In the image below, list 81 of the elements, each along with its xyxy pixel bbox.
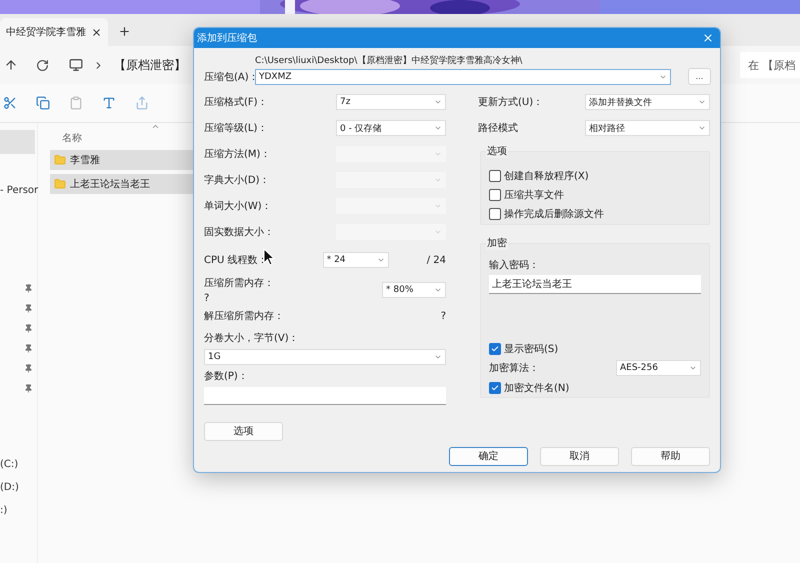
dropdown[interactable]: 添加并替换文件 xyxy=(585,94,710,110)
drive-item[interactable]: :) xyxy=(0,505,37,516)
field-label: 输入密码： xyxy=(489,258,540,272)
archive-name-field[interactable]: YDXMZ xyxy=(255,68,671,84)
drive-item[interactable]: (D:) xyxy=(0,482,37,493)
field-label: 分卷大小，字节(V)： xyxy=(204,332,300,345)
group-title: 加密 xyxy=(486,236,508,250)
checkbox[interactable] xyxy=(489,343,501,356)
check-icon xyxy=(491,345,499,354)
browser-tab[interactable]: 中经贸学院李雪雅 xyxy=(0,18,108,46)
chevron-down-icon xyxy=(376,256,385,264)
chevron-down-icon xyxy=(434,228,442,236)
field-label: 单词大小(W)： xyxy=(204,200,272,213)
refresh-icon[interactable] xyxy=(36,58,49,72)
field-label: 路径模式 xyxy=(478,122,518,135)
chevron-down-icon xyxy=(434,202,442,210)
breadcrumb-item[interactable]: 【原档泄密】 xyxy=(114,56,186,74)
field-label: 压缩所需内存： xyxy=(204,276,274,290)
memory-value: ? xyxy=(440,310,446,322)
scissors-icon[interactable] xyxy=(3,96,17,110)
dialog-button[interactable]: 确定 xyxy=(449,446,528,466)
field-label: 字典大小(D)： xyxy=(204,174,270,187)
dropdown[interactable]: 0 - 仅存储 xyxy=(336,120,446,136)
chevron-down-icon xyxy=(434,176,442,184)
dialog-button[interactable]: 帮助 xyxy=(631,446,710,466)
dialog-button[interactable]: 取消 xyxy=(540,446,619,466)
folder-icon xyxy=(54,154,66,166)
chevron-down-icon xyxy=(698,98,706,106)
password-field[interactable]: 上老王论坛当老王 xyxy=(489,275,701,294)
cursor-icon xyxy=(263,248,275,266)
field-label: 解压缩所需内存： xyxy=(204,310,284,323)
field-label: 压缩方法(M)： xyxy=(204,148,270,161)
checkbox[interactable] xyxy=(489,208,501,220)
chevron-down-icon xyxy=(434,98,442,106)
field-label: 更新方式(U)： xyxy=(478,96,544,109)
group-title: 选项 xyxy=(486,144,508,158)
browse-button[interactable]: ... xyxy=(688,68,711,85)
search-field[interactable]: 在 【原档 xyxy=(740,52,800,78)
dropdown[interactable]: 1G xyxy=(204,349,446,365)
field-label: 参数(P)： xyxy=(204,370,249,383)
options-button[interactable]: 选项 xyxy=(204,422,283,440)
checkbox-label: 加密文件名(N) xyxy=(504,382,570,394)
checkbox-label: 创建自释放程序(X) xyxy=(504,170,589,183)
dropdown[interactable]: * 24 xyxy=(322,252,389,268)
field-label: 压缩等级(L)： xyxy=(204,122,268,135)
rename-icon[interactable] xyxy=(102,96,116,110)
checkbox-label: 操作完成后删除源文件 xyxy=(504,208,604,222)
archive-path: C:\Users\liuxi\Desktop\【原档泄密】中经贸学院李雪雅高冷女神\ xyxy=(255,54,524,67)
dropdown[interactable]: * 80% xyxy=(382,282,446,298)
folder-icon xyxy=(54,178,66,190)
input-field[interactable] xyxy=(204,387,446,405)
checkbox[interactable] xyxy=(489,188,501,201)
monitor-icon[interactable] xyxy=(69,58,83,72)
checkbox[interactable] xyxy=(489,382,501,394)
sidebar-item[interactable]: - Persor xyxy=(0,185,37,196)
checkbox-label: 显示密码(S) xyxy=(504,342,558,356)
dropdown[interactable]: 7z xyxy=(336,94,446,110)
dropdown[interactable]: AES-256 xyxy=(616,360,701,376)
sort-caret-icon xyxy=(151,122,160,131)
field-label: 压缩包(A)： xyxy=(204,70,255,84)
check-icon xyxy=(491,384,499,392)
checkbox-label: 压缩共享文件 xyxy=(504,188,564,202)
clipboard-icon[interactable] xyxy=(69,96,83,110)
drive-item[interactable]: (C:) xyxy=(0,459,37,470)
memory-value: ? xyxy=(204,293,210,304)
chevron-down-icon xyxy=(698,124,706,132)
plus-icon[interactable] xyxy=(118,25,131,38)
close-icon[interactable] xyxy=(91,26,102,38)
field-label: CPU 线程数： xyxy=(204,254,268,267)
copy-icon[interactable] xyxy=(36,96,50,110)
field-label: 固实数据大小： xyxy=(204,226,274,239)
chevron-down-icon xyxy=(434,353,442,361)
checkbox[interactable] xyxy=(489,170,501,182)
chevron-down-icon xyxy=(434,286,442,294)
thread-total: / 24 xyxy=(426,254,446,266)
field-label: 压缩格式(F)： xyxy=(204,96,268,109)
chevron-down-icon xyxy=(434,124,442,132)
chevron-down-icon xyxy=(434,150,442,158)
window-title: 添加到压缩包 xyxy=(197,32,257,45)
dropdown[interactable]: 相对路径 xyxy=(585,120,710,136)
field-label: 加密算法： xyxy=(489,362,539,376)
